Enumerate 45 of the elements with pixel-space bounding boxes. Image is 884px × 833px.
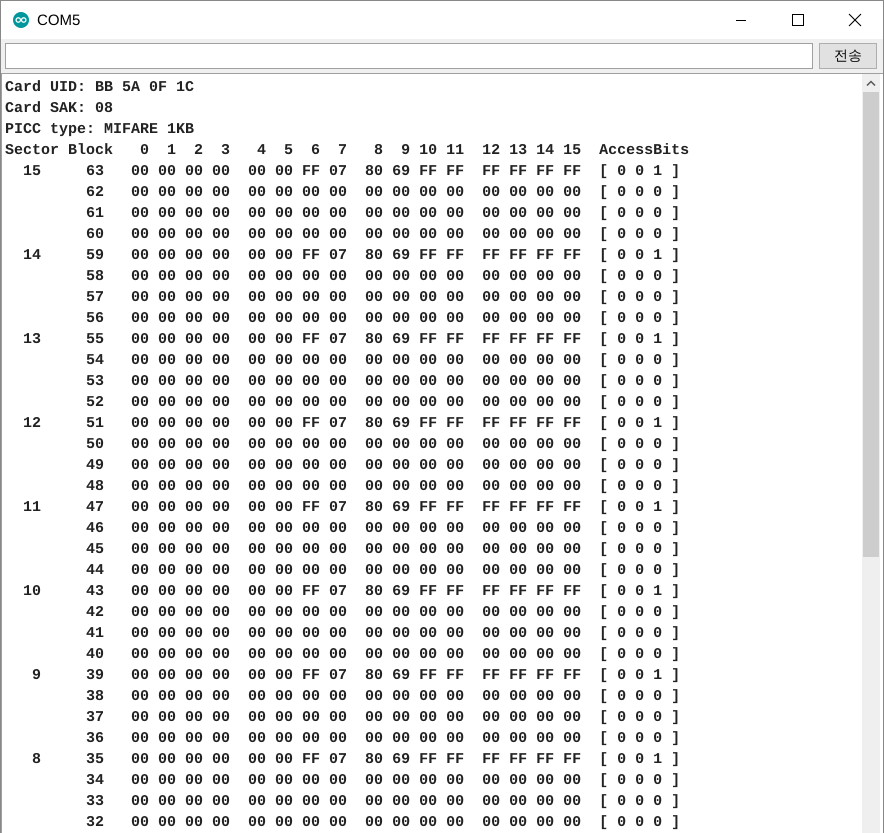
scrollbar[interactable]	[862, 74, 880, 833]
output-line: 13 55 00 00 00 00 00 00 FF 07 80 69 FF FF FF FF FF FF [ 0 0 1 ]	[22, 330, 682, 350]
output-line: 38 00 00 00 00 00 00 00 00 00 00 00 00 00 00 00 00 [ 0 0 0 ]	[85, 687, 682, 707]
output-line: 60 00 00 00 00 00 00 00 00 00 00 00 00 00 00 00 00 [ 0 0 0 ]	[85, 225, 682, 245]
output-line: 44 00 00 00 00 00 00 00 00 00 00 00 00 00 00 00 00 [ 0 0 0 ]	[85, 561, 682, 581]
output-line: 62 00 00 00 00 00 00 00 00 00 00 00 00 00 00 00 00 [ 0 0 0 ]	[85, 183, 682, 203]
output-line: 34 00 00 00 00 00 00 00 00 00 00 00 00 00 00 00 00 [ 0 0 0 ]	[85, 771, 682, 791]
window-title: COM5	[37, 12, 80, 28]
output-line: 37 00 00 00 00 00 00 00 00 00 00 00 00 00 00 00 00 [ 0 0 0 ]	[85, 708, 682, 728]
output-line: 40 00 00 00 00 00 00 00 00 00 00 00 00 00 00 00 00 [ 0 0 0 ]	[85, 645, 682, 665]
message-input-field[interactable]	[5, 43, 813, 69]
output-line: 61 00 00 00 00 00 00 00 00 00 00 00 00 00 00 00 00 [ 0 0 0 ]	[85, 204, 682, 224]
output-line: 42 00 00 00 00 00 00 00 00 00 00 00 00 00 00 00 00 [ 0 0 0 ]	[85, 603, 682, 623]
output-line: 33 00 00 00 00 00 00 00 00 00 00 00 00 00 00 00 00 [ 0 0 0 ]	[85, 792, 682, 812]
output-line: Card SAK: 08	[5, 99, 114, 119]
output-line: Sector Block 0 1 2 3 4 5 6 7 8 9 10 11 12 13 14 15 AccessBits	[5, 141, 690, 161]
output-line: 58 00 00 00 00 00 00 00 00 00 00 00 00 00 00 00 00 [ 0 0 0 ]	[85, 267, 682, 287]
output-line: Card UID: BB 5A 0F 1C	[5, 78, 196, 98]
output-line: PICC type: MIFARE 1KB	[5, 120, 196, 140]
close-icon	[848, 13, 862, 27]
output-line: 32 00 00 00 00 00 00 00 00 00 00 00 00 00 00 00 00 [ 0 0 0 ]	[85, 813, 682, 833]
send-button[interactable]: 전송	[819, 43, 877, 69]
output-line: 12 51 00 00 00 00 00 00 FF 07 80 69 FF FF FF FF FF FF [ 0 0 1 ]	[22, 414, 682, 434]
output-line: 15 63 00 00 00 00 00 00 FF 07 80 69 FF FF FF FF FF FF [ 0 0 1 ]	[22, 162, 682, 182]
output-line: 54 00 00 00 00 00 00 00 00 00 00 00 00 00 00 00 00 [ 0 0 0 ]	[85, 351, 682, 371]
output-line: 10 43 00 00 00 00 00 00 FF 07 80 69 FF FF FF FF FF FF [ 0 0 1 ]	[22, 582, 682, 602]
output-line: 11 47 00 00 00 00 00 00 FF 07 80 69 FF FF FF FF FF FF [ 0 0 1 ]	[22, 498, 682, 518]
output-line: 49 00 00 00 00 00 00 00 00 00 00 00 00 00 00 00 00 [ 0 0 0 ]	[85, 456, 682, 476]
scrollbar-thumb[interactable]	[863, 92, 879, 557]
output-line: 9 39 00 00 00 00 00 00 FF 07 80 69 FF FF FF FF FF FF [ 0 0 1 ]	[31, 666, 682, 686]
output-line: 8 35 00 00 00 00 00 00 FF 07 80 69 FF FF FF FF FF FF [ 0 0 1 ]	[31, 750, 682, 770]
output-line: 57 00 00 00 00 00 00 00 00 00 00 00 00 00 00 00 00 [ 0 0 0 ]	[85, 288, 682, 308]
maximize-icon	[792, 14, 804, 26]
app-logo-icon	[13, 12, 29, 28]
output-line: 46 00 00 00 00 00 00 00 00 00 00 00 00 00 00 00 00 [ 0 0 0 ]	[85, 519, 682, 539]
output-line: 36 00 00 00 00 00 00 00 00 00 00 00 00 00 00 00 00 [ 0 0 0 ]	[85, 729, 682, 749]
output-line: 50 00 00 00 00 00 00 00 00 00 00 00 00 00 00 00 00 [ 0 0 0 ]	[85, 435, 682, 455]
output-line: 48 00 00 00 00 00 00 00 00 00 00 00 00 00 00 00 00 [ 0 0 0 ]	[85, 477, 682, 497]
output-line: 41 00 00 00 00 00 00 00 00 00 00 00 00 00 00 00 00 [ 0 0 0 ]	[85, 624, 682, 644]
output-line: 53 00 00 00 00 00 00 00 00 00 00 00 00 00 00 00 00 [ 0 0 0 ]	[85, 372, 682, 392]
scroll-up-icon[interactable]	[866, 80, 876, 86]
output-line: 52 00 00 00 00 00 00 00 00 00 00 00 00 00 00 00 00 [ 0 0 0 ]	[85, 393, 682, 413]
output-line: 14 59 00 00 00 00 00 00 FF 07 80 69 FF FF FF FF FF FF [ 0 0 1 ]	[22, 246, 682, 266]
output-line: 56 00 00 00 00 00 00 00 00 00 00 00 00 00 00 00 00 [ 0 0 0 ]	[85, 309, 682, 329]
output-line: 45 00 00 00 00 00 00 00 00 00 00 00 00 00 00 00 00 [ 0 0 0 ]	[85, 540, 682, 560]
